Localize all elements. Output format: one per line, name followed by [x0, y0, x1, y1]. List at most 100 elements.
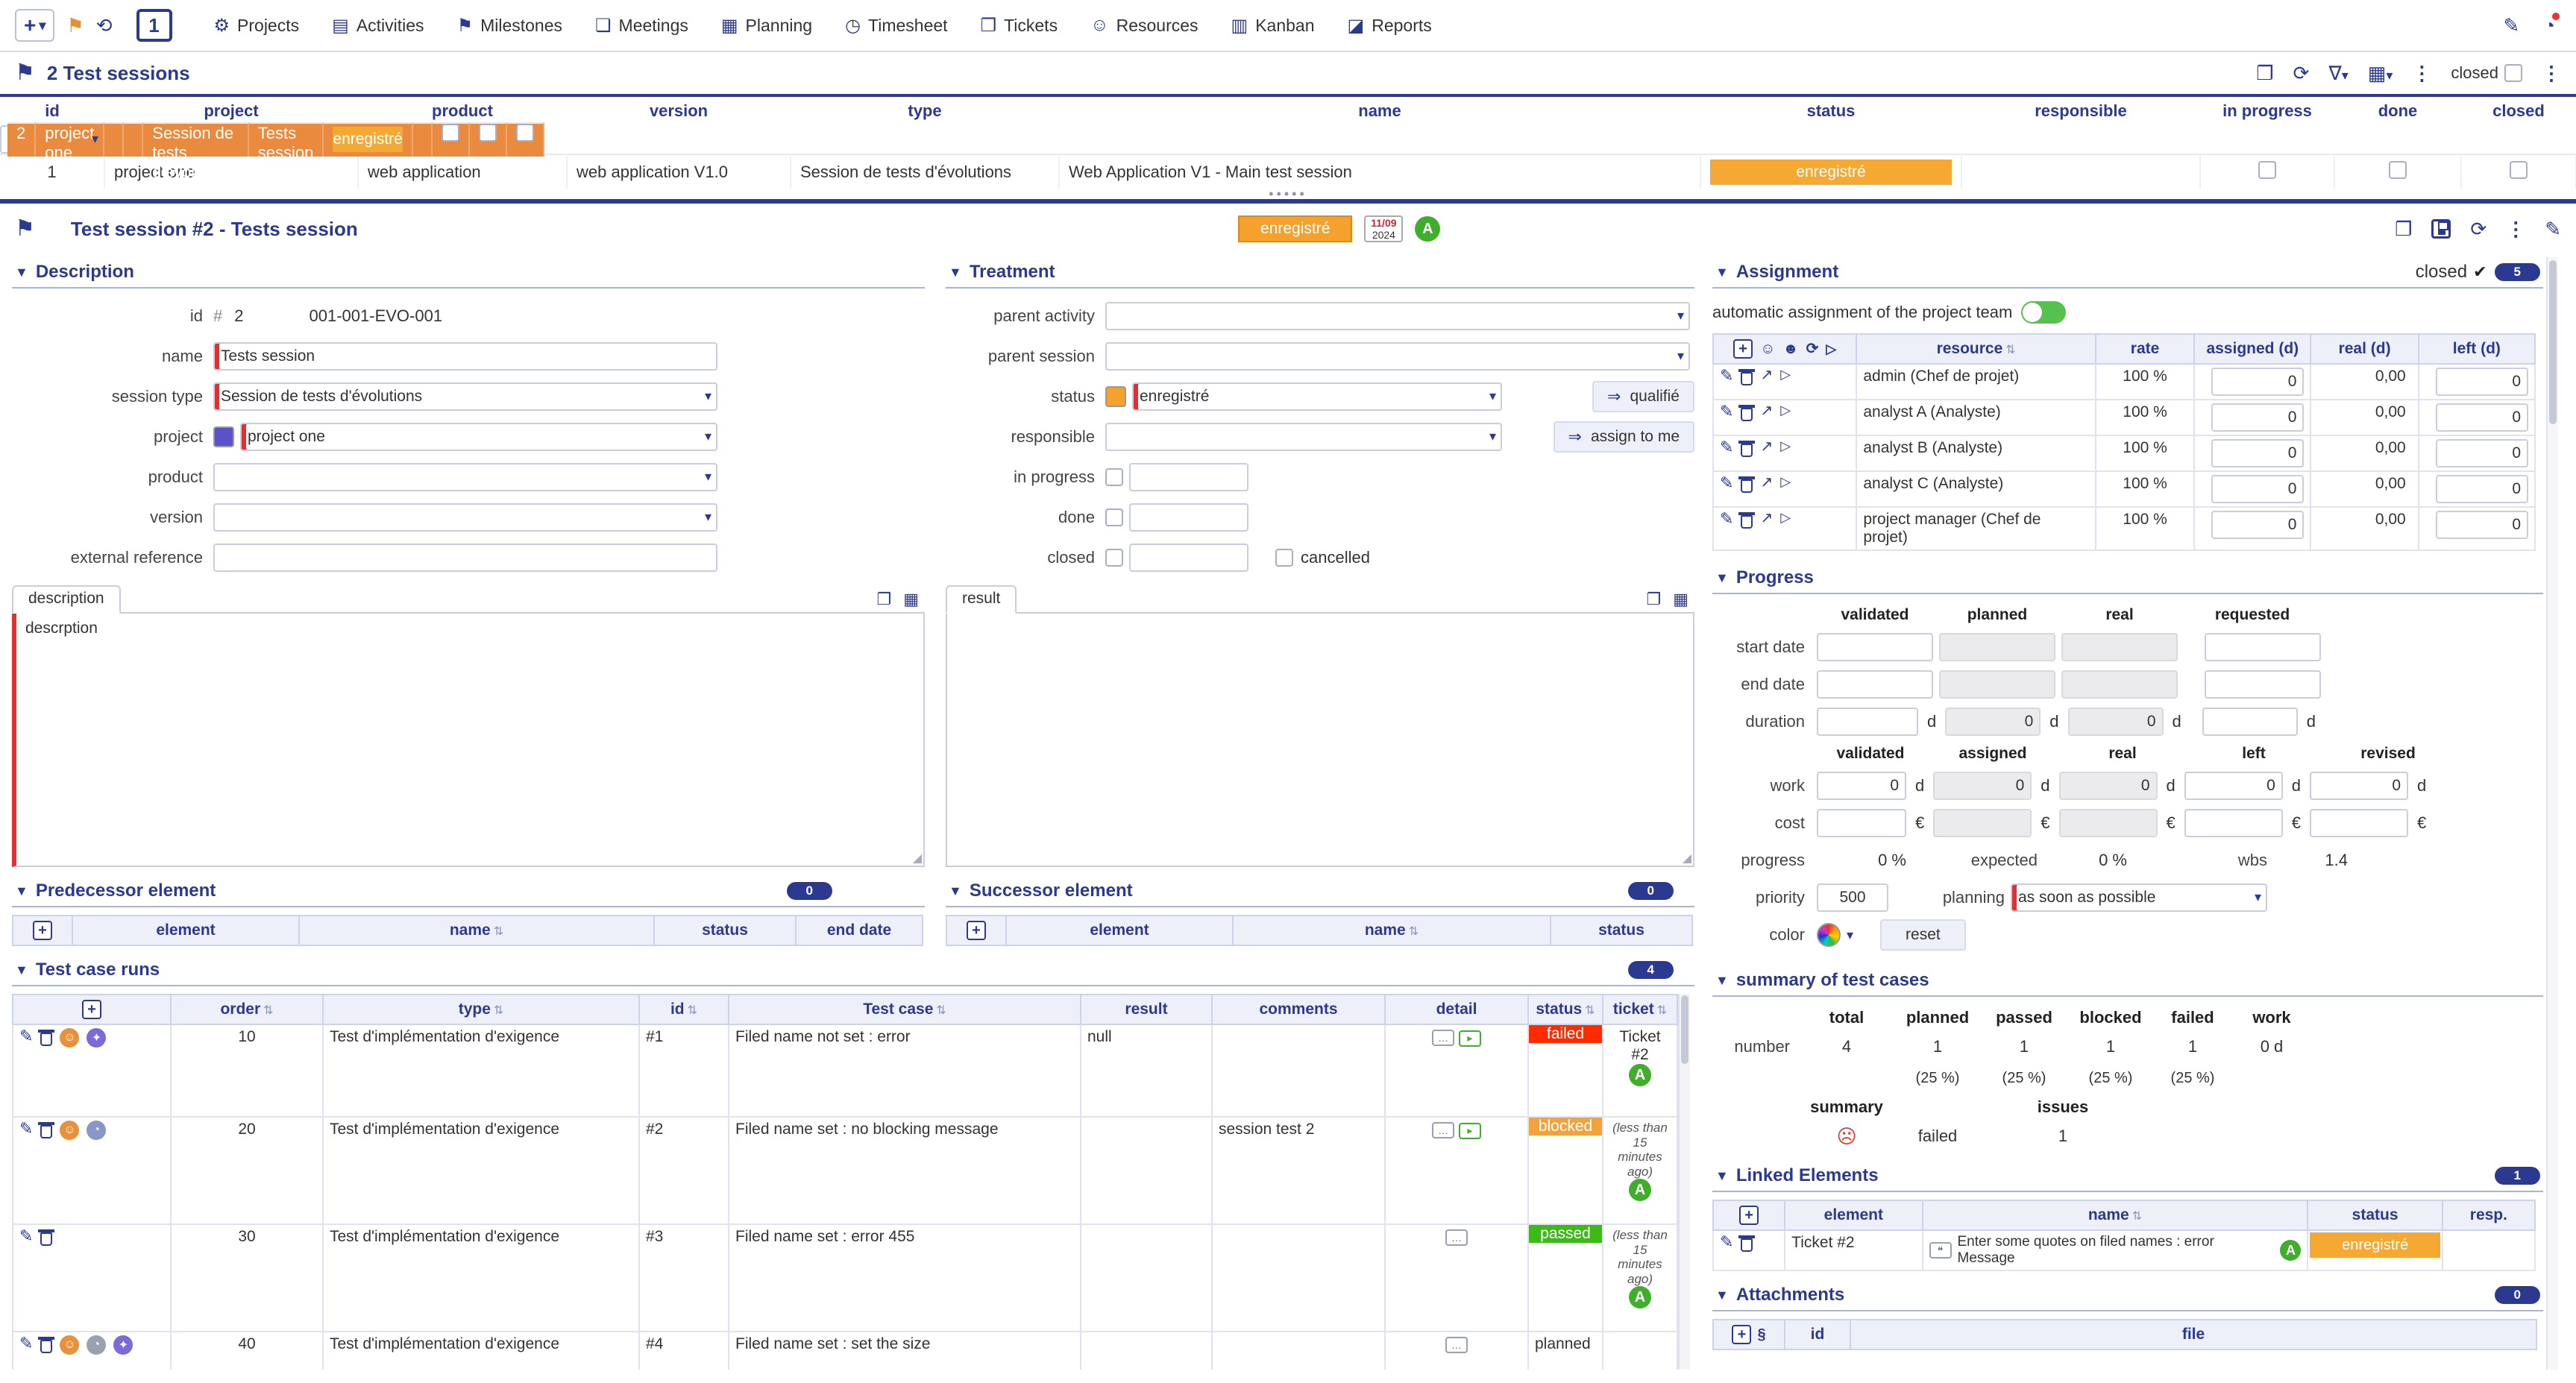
kebab-menu-icon[interactable]: ⋮ — [2506, 219, 2525, 239]
save-icon[interactable] — [2431, 219, 2451, 239]
col-product[interactable]: product — [358, 97, 567, 125]
collapse-icon[interactable]: ▼ — [1715, 1168, 1729, 1184]
col-ticket[interactable]: ticket ⇅ — [1602, 994, 1678, 1025]
done-checkbox[interactable] — [2389, 160, 2407, 179]
edit-icon[interactable]: ✎ — [2503, 16, 2519, 35]
col-resp[interactable]: resp. — [2441, 1200, 2536, 1231]
col-order[interactable]: order ⇅ — [170, 994, 324, 1025]
refresh-assignments-icon[interactable]: ⟳ — [1806, 341, 1819, 356]
assignment-row[interactable]: ✎ ↗ ▷ project manager (Chef de projet) 100… — [1712, 506, 2536, 551]
start-validated-field[interactable] — [1817, 633, 1933, 661]
collapse-icon[interactable]: ▼ — [1715, 570, 1729, 586]
closed-checkbox[interactable] — [515, 124, 534, 142]
linked-element-row[interactable]: ✎ Ticket #2 ❝ Enter some quotes on filed… — [1712, 1229, 2536, 1271]
col-in-progress[interactable]: in progress — [2200, 97, 2334, 125]
delete-icon[interactable] — [1738, 1235, 1756, 1252]
project-select[interactable]: project one — [240, 423, 717, 451]
collapse-icon[interactable]: ▼ — [949, 883, 962, 899]
share-icon[interactable]: ↗ — [1760, 475, 1773, 490]
end-validated-field[interactable] — [1817, 670, 1933, 699]
run-action-icon[interactable]: ✦ — [113, 1335, 133, 1355]
expand-editor-icon[interactable]: ▦ — [1673, 591, 1688, 608]
menu-item-reports[interactable]: ◪ Reports — [1348, 15, 1432, 37]
assign-to-me-button[interactable]: ⇒ assign to me — [1553, 421, 1694, 453]
col-done[interactable]: done — [2334, 97, 2461, 125]
share-icon[interactable]: ↗ — [1760, 439, 1773, 454]
delete-icon[interactable] — [1738, 369, 1756, 385]
col-assigned[interactable]: assigned (d) — [2193, 333, 2312, 365]
right-pane-scrollbar[interactable] — [2546, 257, 2558, 1370]
col-responsible[interactable]: responsible — [1961, 97, 2200, 125]
run-status-icon[interactable]: ☺ — [60, 1028, 80, 1048]
external-reference-field[interactable] — [213, 544, 717, 572]
col-version[interactable]: version — [567, 97, 791, 125]
add-assignment-button[interactable]: + — [1733, 339, 1753, 359]
check-icon[interactable]: ✔ — [2473, 262, 2487, 282]
test-case-run-row[interactable]: ✎ 30 Test d'implémentation d'exigence #3… — [12, 1223, 1678, 1332]
collapse-icon[interactable]: ▼ — [15, 963, 28, 978]
checklist-icon[interactable]: ❐ — [2395, 219, 2412, 239]
run-action-icon[interactable]: ◔ — [87, 1121, 107, 1140]
collapse-icon[interactable]: ▼ — [949, 265, 962, 280]
add-predecessor-button[interactable]: + — [33, 921, 52, 940]
tab-result[interactable]: result — [946, 585, 1017, 614]
alerts-icon[interactable]: ◔ — [2543, 13, 2560, 35]
assigned-field[interactable] — [2211, 511, 2305, 539]
collapse-icon[interactable]: ▼ — [1715, 1288, 1729, 1303]
cost-validated-field[interactable] — [1817, 809, 1906, 837]
menu-item-milestones[interactable]: ⚑ Milestones — [457, 15, 562, 37]
collapse-icon[interactable]: ▼ — [15, 265, 28, 280]
resize-handle[interactable]: ◢ — [913, 851, 922, 866]
refresh-icon[interactable]: ⟳ — [2470, 219, 2487, 239]
col-name[interactable]: name ⇅ — [1921, 1200, 2309, 1231]
col-result[interactable]: result — [1080, 994, 1213, 1025]
share-icon[interactable]: ↗ — [1760, 511, 1773, 526]
auto-assignment-toggle[interactable] — [2021, 301, 2067, 324]
cost-revised-field[interactable] — [2310, 809, 2408, 837]
delete-icon[interactable] — [1738, 512, 1756, 529]
col-comments[interactable]: comments — [1211, 994, 1386, 1025]
comment-icon[interactable]: … — [1432, 1030, 1455, 1046]
reset-color-button[interactable]: reset — [1880, 919, 1966, 951]
closed-filter-checkbox[interactable] — [2504, 64, 2522, 82]
left-field[interactable] — [2436, 475, 2528, 503]
col-left[interactable]: left (d) — [2417, 333, 2536, 365]
share-icon[interactable]: ↗ — [1760, 403, 1773, 418]
collapse-icon[interactable]: ▼ — [1715, 973, 1729, 989]
comment-icon[interactable]: … — [1432, 1122, 1455, 1138]
edit-icon[interactable]: ✎ — [1720, 439, 1733, 456]
end-requested-field[interactable] — [2205, 670, 2321, 699]
left-field[interactable] — [2436, 511, 2528, 539]
col-type[interactable]: type ⇅ — [322, 994, 640, 1025]
run-detail-icon[interactable]: ▸ — [1458, 1122, 1481, 1139]
play-icon[interactable]: ▷ — [1780, 439, 1791, 453]
play-icon[interactable]: ▷ — [1780, 511, 1791, 524]
col-name[interactable]: name ⇅ — [298, 915, 655, 946]
col-id[interactable]: id — [0, 97, 104, 125]
col-name[interactable]: name ⇅ — [1232, 915, 1551, 946]
in-progress-checkbox[interactable] — [1105, 468, 1123, 486]
menu-item-projects[interactable]: ⚙ Projects — [214, 15, 300, 37]
run-status-icon[interactable]: ☺ — [60, 1121, 80, 1140]
assigned-field[interactable] — [2211, 403, 2305, 432]
edit-icon[interactable]: ✎ — [19, 1028, 33, 1045]
pane-splitter[interactable]: ••••• — [0, 187, 2576, 204]
done-checkbox[interactable] — [1105, 508, 1123, 526]
col-end-date[interactable]: end date — [795, 915, 923, 946]
delete-icon[interactable] — [38, 1030, 55, 1046]
assignment-row[interactable]: ✎↗▷ analyst A (Analyste) 100 % 0,00 — [1712, 399, 2536, 436]
session-row[interactable]: 1 project one web application web applic… — [0, 154, 2576, 189]
closed-checkbox[interactable] — [1105, 549, 1123, 567]
play-icon[interactable]: ▷ — [1780, 368, 1791, 381]
name-field[interactable] — [213, 342, 717, 371]
run-detail-icon[interactable]: ▸ — [1458, 1030, 1481, 1047]
menu-item-timesheet[interactable]: ◷ Timesheet — [845, 15, 947, 37]
description-textarea[interactable]: descrption ◢ — [12, 614, 925, 867]
menu-item-planning[interactable]: ▦ Planning — [721, 15, 812, 37]
session-row-selected[interactable]: 2 project one Session de tests d'évoluti… — [0, 122, 544, 181]
col-id[interactable]: id — [1784, 1319, 1851, 1350]
comment-icon[interactable]: … — [1445, 1337, 1468, 1353]
test-case-run-row[interactable]: ✎ ☺ ◔ ✦ 40 Test d'implémentation d'exige… — [12, 1331, 1678, 1370]
assigned-field[interactable] — [2211, 475, 2305, 503]
qualify-button[interactable]: ⇒ qualifié — [1592, 381, 1694, 412]
